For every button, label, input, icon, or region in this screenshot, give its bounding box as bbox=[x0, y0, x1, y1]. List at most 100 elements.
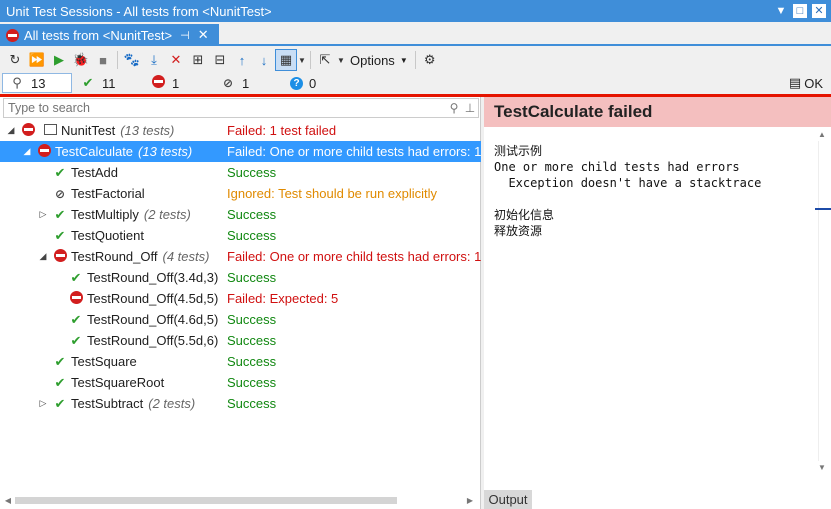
filter-failed[interactable]: 1 bbox=[150, 73, 179, 93]
tree-row[interactable]: ⊘ TestFactorial Ignored: Test should be ru… bbox=[0, 183, 481, 204]
collapsed-arrow-icon[interactable]: ▷ bbox=[37, 209, 49, 220]
pass-icon: ✔ bbox=[54, 227, 66, 243]
export-dropdown-icon[interactable]: ▼ bbox=[336, 49, 346, 71]
test-name: NunitTest bbox=[61, 123, 116, 138]
filter-passed[interactable]: ✔ 11 bbox=[80, 73, 116, 93]
toolbar-separator bbox=[310, 51, 311, 69]
vertical-scrollbar[interactable]: ▲ ▼ bbox=[816, 130, 828, 485]
fail-icon bbox=[35, 143, 53, 160]
detail-header: TestCalculate failed bbox=[484, 97, 831, 127]
scroll-right-icon[interactable]: ▶ bbox=[465, 496, 475, 505]
test-name: TestSquareRoot bbox=[71, 375, 165, 390]
test-count: (2 tests) bbox=[143, 207, 191, 222]
detail-title: TestCalculate failed bbox=[494, 102, 653, 121]
group-icon[interactable]: ⊞ bbox=[187, 49, 209, 71]
pass-icon: ✔ bbox=[54, 353, 66, 369]
test-name: TestRound_Off(4.6d,5) bbox=[87, 312, 219, 327]
fail-icon bbox=[19, 122, 37, 139]
run-all-icon[interactable]: ⏩ bbox=[26, 49, 48, 71]
next-icon[interactable]: ↓ bbox=[253, 49, 275, 71]
layout-icon[interactable]: ▦ bbox=[275, 49, 297, 71]
fail-dot bbox=[69, 290, 83, 304]
tree-row[interactable]: ✔ TestRound_Off(3.4d,3) Success bbox=[0, 267, 481, 288]
close-window-icon[interactable]: ✕ bbox=[812, 4, 826, 18]
tree-row[interactable]: ◢ NunitTest (13 tests) Failed: 1 test faile… bbox=[0, 120, 481, 141]
filter-all[interactable]: ⚲ 13 bbox=[2, 73, 72, 93]
close-tab-icon[interactable]: ✕ bbox=[198, 27, 209, 43]
test-result: Success bbox=[227, 207, 277, 222]
scroll-down-icon[interactable]: ▼ bbox=[816, 463, 828, 472]
options-menu[interactable]: Options ▼ bbox=[346, 53, 412, 68]
test-result: Success bbox=[227, 165, 277, 180]
debug-icon[interactable]: 🐞 bbox=[70, 49, 92, 71]
tree-row[interactable]: ✔ TestSquare Success bbox=[0, 351, 481, 372]
tree-row[interactable]: ▷ ✔ TestMultiply (2 tests) Success bbox=[0, 204, 481, 225]
collapse-icon[interactable]: ⊟ bbox=[209, 49, 231, 71]
tab-output[interactable]: Output bbox=[484, 490, 532, 509]
import-icon[interactable]: ⤓ bbox=[143, 49, 165, 71]
test-tree-pane: ⚲ ⊥ ◢ NunitTest (13 tests) Failed: 1 test f… bbox=[0, 97, 481, 509]
test-result: Failed: Expected: 5 bbox=[227, 291, 339, 306]
tab-all-tests[interactable]: All tests from <NunitTest> ⊣ ✕ bbox=[0, 24, 219, 46]
test-result: Success bbox=[227, 270, 277, 285]
chevron-down-icon: ▼ bbox=[399, 55, 408, 65]
all-count: 13 bbox=[31, 75, 46, 91]
remove-icon[interactable]: ✕ bbox=[165, 49, 187, 71]
test-tree: ◢ NunitTest (13 tests) Failed: 1 test faile… bbox=[0, 120, 481, 414]
layout-dropdown-icon[interactable]: ▼ bbox=[297, 49, 307, 71]
expanded-arrow-icon[interactable]: ◢ bbox=[5, 125, 17, 136]
fail-icon bbox=[51, 248, 69, 265]
test-result: Success bbox=[227, 375, 277, 390]
filter-ignored[interactable]: ⊘ 1 bbox=[220, 73, 249, 93]
scroll-thumb[interactable] bbox=[15, 496, 397, 504]
tree-row[interactable]: TestRound_Off(4.5d,5) Failed: Expected: 5 bbox=[0, 288, 481, 309]
tree-row[interactable]: ✔ TestRound_Off(5.5d,6) Success bbox=[0, 330, 481, 351]
failed-count: 1 bbox=[172, 75, 180, 91]
pin-icon[interactable]: ⊥ bbox=[462, 101, 478, 115]
tree-row[interactable]: ✔ TestRound_Off(4.6d,5) Success bbox=[0, 309, 481, 330]
scroll-left-icon[interactable]: ◀ bbox=[3, 496, 13, 505]
expanded-arrow-icon[interactable]: ◢ bbox=[21, 146, 33, 157]
filter-inconclusive[interactable]: ? 0 bbox=[290, 73, 316, 93]
fail-dot bbox=[53, 248, 67, 262]
dropdown-arrow-icon[interactable]: ▼ bbox=[774, 4, 788, 18]
ignored-count: 1 bbox=[242, 75, 250, 91]
refresh-icon[interactable]: ↻ bbox=[4, 49, 26, 71]
fail-icon bbox=[67, 290, 85, 307]
fail-dot bbox=[37, 143, 51, 157]
previous-icon[interactable]: ↑ bbox=[231, 49, 253, 71]
collapsed-arrow-icon[interactable]: ▷ bbox=[37, 398, 49, 409]
project-box bbox=[43, 124, 57, 135]
question-icon: ? bbox=[290, 76, 303, 90]
tree-row[interactable]: ✔ TestSquareRoot Success bbox=[0, 372, 481, 393]
track-running-icon[interactable]: 🐾 bbox=[121, 49, 143, 71]
tree-row[interactable]: ✔ TestQuotient Success bbox=[0, 225, 481, 246]
window-title: Unit Test Sessions - All tests from <Nun… bbox=[6, 3, 272, 19]
horizontal-scrollbar[interactable]: ◀ ▶ bbox=[3, 495, 475, 505]
test-name: TestFactorial bbox=[71, 186, 145, 201]
test-result: Failed: 1 test failed bbox=[227, 123, 337, 138]
test-result: Failed: One or more child tests had erro… bbox=[227, 144, 482, 159]
settings-icon[interactable]: ⚙ bbox=[419, 49, 441, 71]
test-result: Success bbox=[227, 396, 277, 411]
detail-output: 测试示例 One or more child tests had errors … bbox=[494, 144, 762, 238]
test-result: Ignored: Test should be run explicitly bbox=[227, 186, 438, 201]
scroll-up-icon[interactable]: ▲ bbox=[816, 130, 828, 139]
search-input[interactable] bbox=[8, 101, 446, 115]
tree-row[interactable]: ▷ ✔ TestSubtract (2 tests) Success bbox=[0, 393, 481, 414]
filter-ok[interactable]: ▤ OK bbox=[789, 73, 823, 93]
toolbar-separator bbox=[414, 51, 416, 69]
tree-row[interactable]: ◢ TestRound_Off (4 tests) Failed: One or mo… bbox=[0, 246, 481, 267]
run-icon[interactable]: ▶ bbox=[48, 49, 70, 71]
expanded-arrow-icon[interactable]: ◢ bbox=[37, 251, 49, 262]
fail-icon bbox=[151, 75, 165, 88]
tree-row[interactable]: ✔ TestAdd Success bbox=[0, 162, 481, 183]
toolbar-separator bbox=[117, 51, 118, 69]
scroll-thumb[interactable] bbox=[818, 141, 826, 461]
tree-row[interactable]: ◢ TestCalculate (13 tests) Failed: One or m… bbox=[0, 141, 481, 162]
export-icon[interactable]: ⇱ bbox=[314, 49, 336, 71]
stop-icon[interactable]: ■ bbox=[92, 49, 114, 71]
pin-icon[interactable]: ⊣ bbox=[180, 29, 190, 42]
search-icon[interactable]: ⚲ bbox=[446, 101, 462, 115]
maximize-icon[interactable]: □ bbox=[793, 4, 807, 18]
